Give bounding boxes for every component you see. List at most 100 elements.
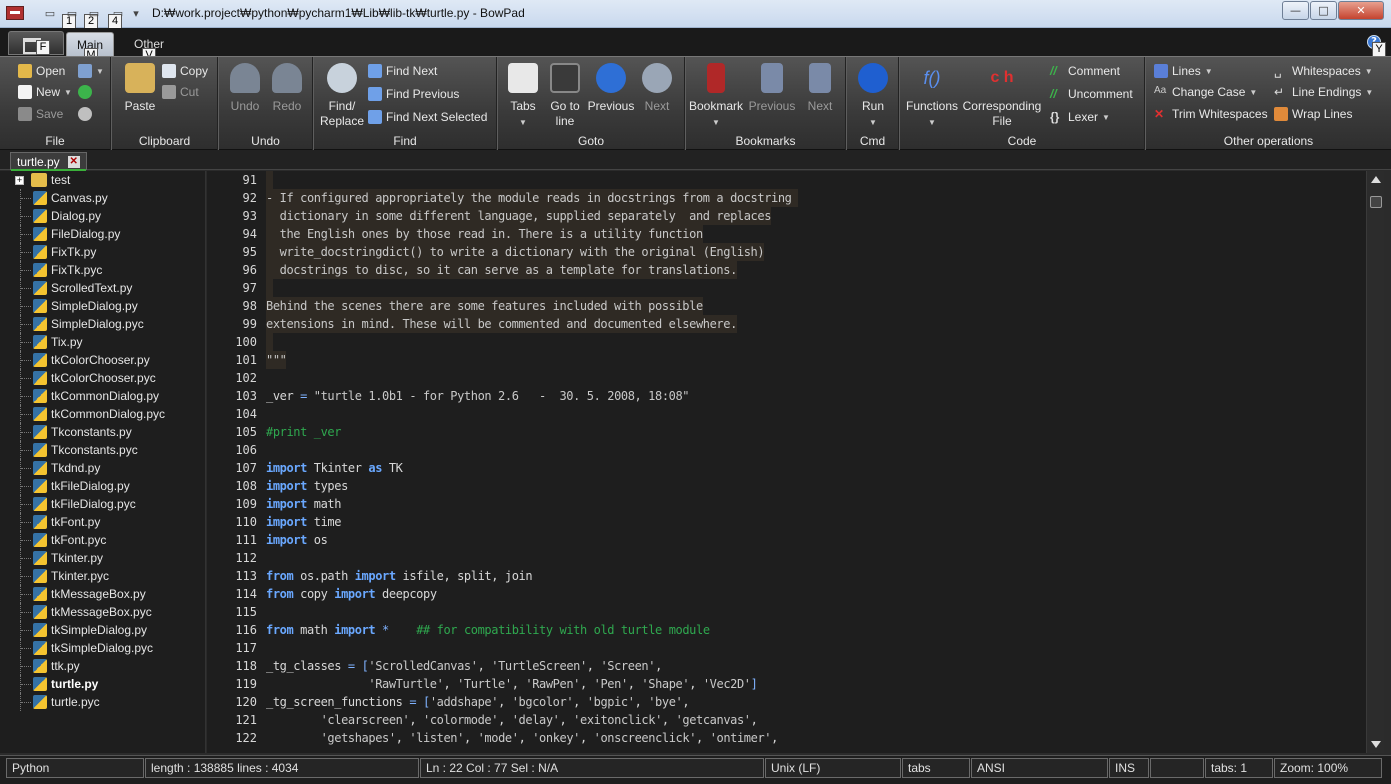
tree-connector — [20, 279, 31, 297]
find-replace-button[interactable]: Find/ Replace — [314, 61, 370, 129]
status-lexer[interactable]: Python — [6, 758, 144, 778]
find-next-selected-button[interactable]: Find Next Selected — [368, 107, 487, 127]
group-code: f() Functions ▼ c h Corresponding File //Co… — [900, 57, 1145, 150]
tree-file-item[interactable]: Tkinter.pyc — [0, 567, 205, 585]
find-next-button[interactable]: Find Next — [368, 61, 437, 81]
bookmark-next-button[interactable]: Next — [792, 61, 848, 114]
qat-save-icon[interactable]: ▭ — [42, 7, 58, 23]
tree-file-item[interactable]: Tkdnd.py — [0, 459, 205, 477]
paste-button[interactable]: Paste — [112, 61, 168, 114]
tree-file-label: Tkinter.py — [51, 551, 104, 565]
reload-button[interactable] — [78, 82, 92, 102]
functions-button[interactable]: f() Functions ▼ — [904, 61, 960, 130]
tree-file-label: tkFileDialog.pyc — [51, 497, 136, 511]
tree-file-item[interactable]: tkMessageBox.py — [0, 585, 205, 603]
code-line: 'clearscreen', 'colormode', 'delay', 'ex… — [320, 713, 758, 727]
tree-file-item[interactable]: tkSimpleDialog.py — [0, 621, 205, 639]
run-button[interactable]: Run ▼ — [845, 61, 901, 130]
tree-file-item[interactable]: ScrolledText.py — [0, 279, 205, 297]
doc-tab-turtle[interactable]: turtle.py ✕ — [10, 152, 87, 171]
redo-button[interactable]: Redo — [259, 61, 315, 114]
status-position[interactable]: Ln : 22 Col : 77 Sel : N/A — [420, 758, 764, 778]
line-number: 117 — [235, 641, 257, 655]
tree-file-item[interactable]: Tkinter.py — [0, 549, 205, 567]
close-icon[interactable]: ✕ — [67, 155, 80, 168]
tree-folder-test[interactable]: + test — [0, 171, 205, 189]
tree-file-item[interactable]: tkSimpleDialog.pyc — [0, 639, 205, 657]
tree-file-item[interactable]: FileDialog.py — [0, 225, 205, 243]
tree-file-item[interactable]: SimpleDialog.pyc — [0, 315, 205, 333]
tree-file-item[interactable]: tkCommonDialog.py — [0, 387, 205, 405]
tree-file-item[interactable]: Canvas.py — [0, 189, 205, 207]
goto-next-button[interactable]: Next — [629, 61, 685, 114]
vertical-scrollbar[interactable] — [1366, 171, 1384, 753]
tree-file-item[interactable]: Tkconstants.pyc — [0, 441, 205, 459]
folder-open-icon — [18, 64, 32, 78]
tree-file-item[interactable]: tkCommonDialog.pyc — [0, 405, 205, 423]
save-button[interactable]: Save — [18, 104, 63, 124]
bookmark-button[interactable]: Bookmark ▼ — [688, 61, 744, 130]
copy-button[interactable]: Copy — [162, 61, 208, 81]
tree-file-item[interactable]: ttk.py — [0, 657, 205, 675]
change-case-button[interactable]: Aa Change Case ▼ — [1154, 82, 1257, 102]
tree-file-item[interactable]: tkFileDialog.pyc — [0, 495, 205, 513]
tree-file-item[interactable]: tkColorChooser.py — [0, 351, 205, 369]
close-button[interactable]: ✕ — [1338, 1, 1384, 20]
maximize-button[interactable]: □ — [1310, 1, 1337, 20]
comment-button[interactable]: //Comment — [1050, 61, 1120, 81]
find-previous-button[interactable]: Find Previous — [368, 84, 459, 104]
tree-file-item[interactable]: tkFont.pyc — [0, 531, 205, 549]
tree-file-item[interactable]: turtle.pyc — [0, 693, 205, 711]
tree-file-item[interactable]: tkMessageBox.pyc — [0, 603, 205, 621]
status-tabwidth[interactable]: tabs: 1 — [1205, 758, 1273, 778]
bowpad-window: ▭ 1 ▭ 2 ▭ 3 ▭ 4 ▾ D:₩work.project₩python… — [0, 0, 1391, 784]
status-encoding[interactable]: ANSI — [971, 758, 1108, 778]
lines-button[interactable]: Lines ▼ — [1154, 61, 1213, 81]
tree-file-item[interactable]: turtle.py — [0, 675, 205, 693]
wrap-lines-button[interactable]: Wrap Lines — [1274, 104, 1352, 124]
open-button[interactable]: Open — [18, 61, 65, 81]
new-button[interactable]: New ▼ — [18, 82, 72, 102]
corresponding-file-button[interactable]: c h Corresponding File — [962, 61, 1042, 129]
tree-file-item[interactable]: tkFileDialog.py — [0, 477, 205, 495]
cut-button[interactable]: Cut — [162, 82, 199, 102]
status-indent[interactable]: tabs — [902, 758, 970, 778]
corresponding-file-icon: c h — [990, 69, 1014, 86]
tree-file-item[interactable]: FixTk.py — [0, 243, 205, 261]
redo-icon — [272, 63, 302, 93]
tree-file-item[interactable]: tkFont.py — [0, 513, 205, 531]
tree-file-item[interactable]: Dialog.py — [0, 207, 205, 225]
line-number: 113 — [235, 569, 257, 583]
tree-file-item[interactable]: SimpleDialog.py — [0, 297, 205, 315]
minimize-button[interactable]: — — [1282, 1, 1309, 20]
status-eol[interactable]: Unix (LF) — [765, 758, 901, 778]
qat-open-icon[interactable]: ▭ — [64, 7, 80, 23]
tree-file-item[interactable]: Tix.py — [0, 333, 205, 351]
uncomment-button[interactable]: //Uncomment — [1050, 84, 1133, 104]
line-number: 107 — [235, 461, 257, 475]
scroll-up-icon[interactable] — [1371, 176, 1381, 183]
line-number: 118 — [235, 659, 257, 673]
code-line: from os.path import isfile, split, join — [266, 569, 533, 583]
tree-file-item[interactable]: tkColorChooser.pyc — [0, 369, 205, 387]
scroll-thumb[interactable] — [1370, 196, 1382, 208]
code-line: _tg_classes = ['ScrolledCanvas', 'Turtle… — [266, 659, 662, 673]
qat-customize-icon[interactable]: ▾ — [128, 7, 144, 23]
tab-menu-button[interactable] — [78, 104, 92, 124]
status-zoom[interactable]: Zoom: 100% — [1274, 758, 1382, 778]
line-endings-button[interactable]: ↵ Line Endings ▼ — [1274, 82, 1373, 102]
code-editor[interactable]: 91 92 93 94 95 96 97 98 99 100 101 102 103 104 105 106 1… — [207, 171, 1366, 753]
whitespaces-button[interactable]: ␣ Whitespaces ▼ — [1274, 61, 1373, 81]
status-ins[interactable]: INS — [1109, 758, 1149, 778]
tree-file-item[interactable]: Tkconstants.py — [0, 423, 205, 441]
code-line — [266, 279, 273, 297]
lexer-button[interactable]: {} Lexer ▼ — [1050, 107, 1110, 127]
scroll-down-icon[interactable] — [1371, 741, 1381, 748]
expand-icon[interactable]: + — [15, 176, 24, 185]
trim-whitespaces-button[interactable]: ✕ Trim Whitespaces — [1154, 104, 1268, 124]
tree-file-item[interactable]: FixTk.pyc — [0, 261, 205, 279]
save-all-button[interactable]: ▼ — [78, 61, 104, 81]
python-file-icon — [33, 587, 47, 601]
tree-connector — [20, 387, 31, 405]
qat-folder-icon[interactable]: ▭ — [86, 7, 102, 23]
